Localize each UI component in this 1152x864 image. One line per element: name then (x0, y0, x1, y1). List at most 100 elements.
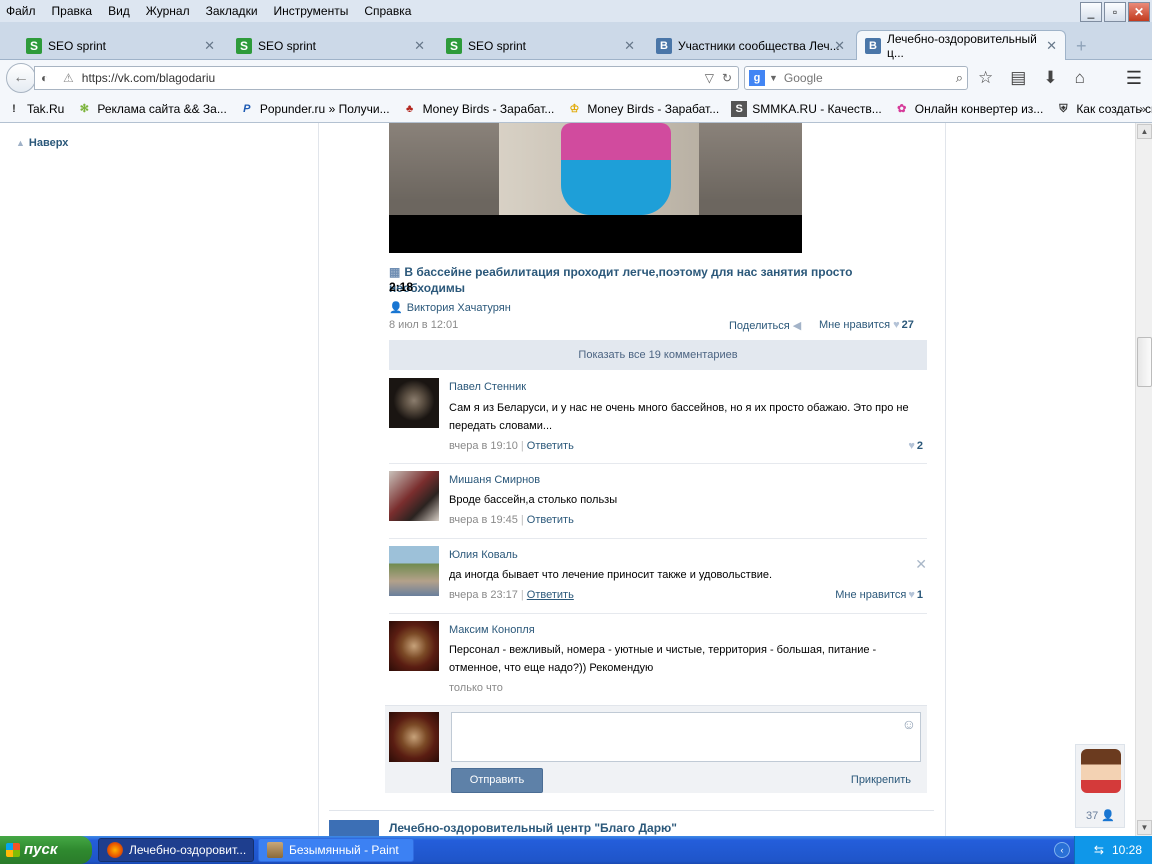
chat-widget[interactable]: 37 👤 (1075, 744, 1125, 828)
emoji-icon[interactable]: ☺ (902, 716, 916, 732)
address-bar[interactable]: ◐ ⚠ https://vk.com/blagodariu ▽ ↻ (34, 66, 739, 90)
home-icon[interactable]: ⌂ (1075, 68, 1085, 88)
menu-edit[interactable]: Правка (44, 0, 101, 22)
bookmark-item[interactable]: ♔ Money Birds - Зарабат... (566, 101, 719, 117)
star-bookmark-icon[interactable]: ☆ (978, 68, 993, 88)
reply-link[interactable]: Ответить (527, 440, 574, 452)
close-tab-icon[interactable]: ✕ (414, 38, 425, 54)
comment-like-button[interactable]: Мне нравится ♥ 1 (835, 589, 923, 601)
comment-item: Максим Конопля Персонал - вежливый, номе… (389, 621, 927, 699)
video-thumbnail[interactable] (389, 123, 802, 253)
network-icon[interactable]: ⇆ (1094, 843, 1104, 857)
close-tab-icon[interactable]: ✕ (834, 38, 845, 54)
menu-history[interactable]: Журнал (138, 0, 198, 22)
comment-text: да иногда бывает что лечение приносит та… (449, 569, 773, 581)
download-icon[interactable]: ⬇ (1043, 68, 1057, 88)
search-icon[interactable]: ⌕ (956, 70, 963, 86)
tab-seo-sprint-1[interactable]: S SEO sprint ✕ (18, 32, 223, 60)
group-logo[interactable] (329, 820, 379, 836)
like-button[interactable]: Мне нравится ♥ 27 (819, 319, 914, 331)
clock[interactable]: 10:28 (1112, 843, 1142, 857)
page-content: ▲ Наверх ▦ В бассейне реабилитация проходи… (0, 123, 1135, 836)
reload-icon[interactable]: ↻ (722, 71, 732, 85)
avatar[interactable] (389, 621, 439, 671)
url-text[interactable]: https://vk.com/blagodariu (82, 71, 215, 85)
comment-text: Персонал - вежливый, номера - уютные и ч… (449, 644, 877, 674)
taskbar-item-paint[interactable]: Безымянный - Paint (258, 838, 414, 862)
search-input[interactable] (783, 71, 944, 85)
reply-link[interactable]: Ответить (527, 589, 574, 601)
bookmark-item[interactable]: S SMMKA.RU - Качеств... (731, 101, 882, 117)
bookmark-item[interactable]: ! Tak.Ru (6, 101, 64, 117)
delete-comment-icon[interactable]: ✕ (915, 556, 927, 573)
scroll-to-top-link[interactable]: ▲ Наверх (16, 137, 68, 149)
google-icon[interactable]: g (749, 70, 765, 86)
reply-textarea[interactable]: ☺ (451, 712, 921, 762)
scroll-thumb[interactable] (1137, 337, 1152, 387)
search-bar[interactable]: g ▼ ⌕ (744, 66, 968, 90)
scroll-up-icon[interactable]: ▲ (1137, 124, 1152, 139)
close-window-button[interactable]: ✕ (1128, 2, 1150, 22)
tab-community-members[interactable]: B Участники сообщества Леч... ✕ (648, 32, 853, 60)
new-tab-button[interactable]: + (1076, 36, 1087, 57)
comment-time[interactable]: вчера в 19:45 (449, 514, 518, 526)
dropdown-arrow-icon[interactable]: ▽ (705, 71, 714, 85)
tab-label: SEO sprint (468, 39, 527, 53)
taskbar-item-firefox[interactable]: Лечебно-оздоровит... (98, 838, 254, 862)
bookmarks-bar: ! Tak.Ru ✻ Реклама сайта && За... P Popunde… (0, 96, 1152, 123)
comment-time[interactable]: только что (449, 682, 503, 694)
reply-link[interactable]: Ответить (527, 514, 574, 526)
menu-tools[interactable]: Инструменты (266, 0, 357, 22)
menu-help[interactable]: Справка (356, 0, 419, 22)
menu-bookmarks[interactable]: Закладки (198, 0, 266, 22)
avatar[interactable] (389, 546, 439, 596)
comment-time[interactable]: вчера в 19:10 (449, 440, 518, 452)
send-button[interactable]: Отправить (451, 768, 543, 793)
close-tab-icon[interactable]: ✕ (624, 38, 635, 54)
bookmark-item[interactable]: ✿ Онлайн конвертер из... (894, 101, 1043, 117)
scroll-down-icon[interactable]: ▼ (1137, 820, 1152, 835)
tab-health-center[interactable]: B Лечебно-оздоровительный ц... ✕ (856, 30, 1066, 60)
start-button[interactable]: пуск (0, 836, 92, 864)
back-button[interactable]: ← (6, 63, 36, 93)
reading-list-icon[interactable]: ▤ (1010, 68, 1026, 88)
close-tab-icon[interactable]: ✕ (1046, 38, 1057, 54)
comment-author[interactable]: Максим Конопля (449, 624, 535, 636)
attach-link[interactable]: Прикрепить (851, 774, 911, 786)
paint-icon (267, 842, 283, 858)
group-name[interactable]: Лечебно-оздоровительный центр "Благо Дар… (389, 821, 677, 835)
comment-author[interactable]: Павел Стенник (449, 381, 526, 393)
minimize-button[interactable]: _ (1080, 2, 1102, 22)
comment-author[interactable]: Мишаня Смирнов (449, 474, 540, 486)
share-button[interactable]: Поделиться ◀ (729, 319, 801, 332)
comment-item: Юлия Коваль да иногда бывает что лечение… (389, 546, 927, 614)
bookmark-item[interactable]: ♣ Money Birds - Зарабат... (402, 101, 554, 117)
avatar[interactable] (389, 378, 439, 428)
close-tab-icon[interactable]: ✕ (204, 38, 215, 54)
comment-text: Вроде бассейн,а столько пользы (449, 494, 618, 506)
tab-seo-sprint-2[interactable]: S SEO sprint ✕ (228, 32, 433, 60)
tray-expand-icon[interactable]: ‹ (1054, 842, 1070, 858)
comment-author[interactable]: Юлия Коваль (449, 549, 518, 561)
tab-seo-sprint-3[interactable]: S SEO sprint ✕ (438, 32, 643, 60)
show-all-comments-button[interactable]: Показать все 19 комментариев (389, 340, 927, 370)
search-engine-dropdown-icon[interactable]: ▼ (769, 73, 778, 83)
scrollbar[interactable]: ▲ ▼ (1135, 123, 1152, 836)
comment-time[interactable]: вчера в 23:17 (449, 589, 518, 601)
post-date[interactable]: 8 июл в 12:01 (389, 319, 458, 331)
seo-sprint-icon: S (236, 38, 252, 54)
maximize-button[interactable]: ▫ (1104, 2, 1126, 22)
avatar[interactable] (389, 471, 439, 521)
bookmarks-more-icon[interactable]: » (1139, 102, 1146, 116)
video-title[interactable]: ▦ В бассейне реабилитация проходит легче,… (389, 264, 929, 296)
video-author[interactable]: 👤 Виктория Хачатурян (389, 301, 511, 314)
bookmark-item[interactable]: ⛨Как создать свой чит... (1055, 101, 1152, 117)
avatar[interactable] (1081, 749, 1121, 793)
menu-hamburger-icon[interactable]: ☰ (1126, 68, 1142, 89)
menu-view[interactable]: Вид (100, 0, 138, 22)
comment-like-button[interactable]: ♥ 2 (906, 440, 923, 452)
menu-file[interactable]: Файл (0, 0, 44, 22)
bookmark-item[interactable]: P Popunder.ru » Получи... (239, 101, 389, 117)
bookmark-item[interactable]: ✻ Реклама сайта && За... (76, 101, 227, 117)
warning-icon: ⚠ (63, 71, 74, 85)
